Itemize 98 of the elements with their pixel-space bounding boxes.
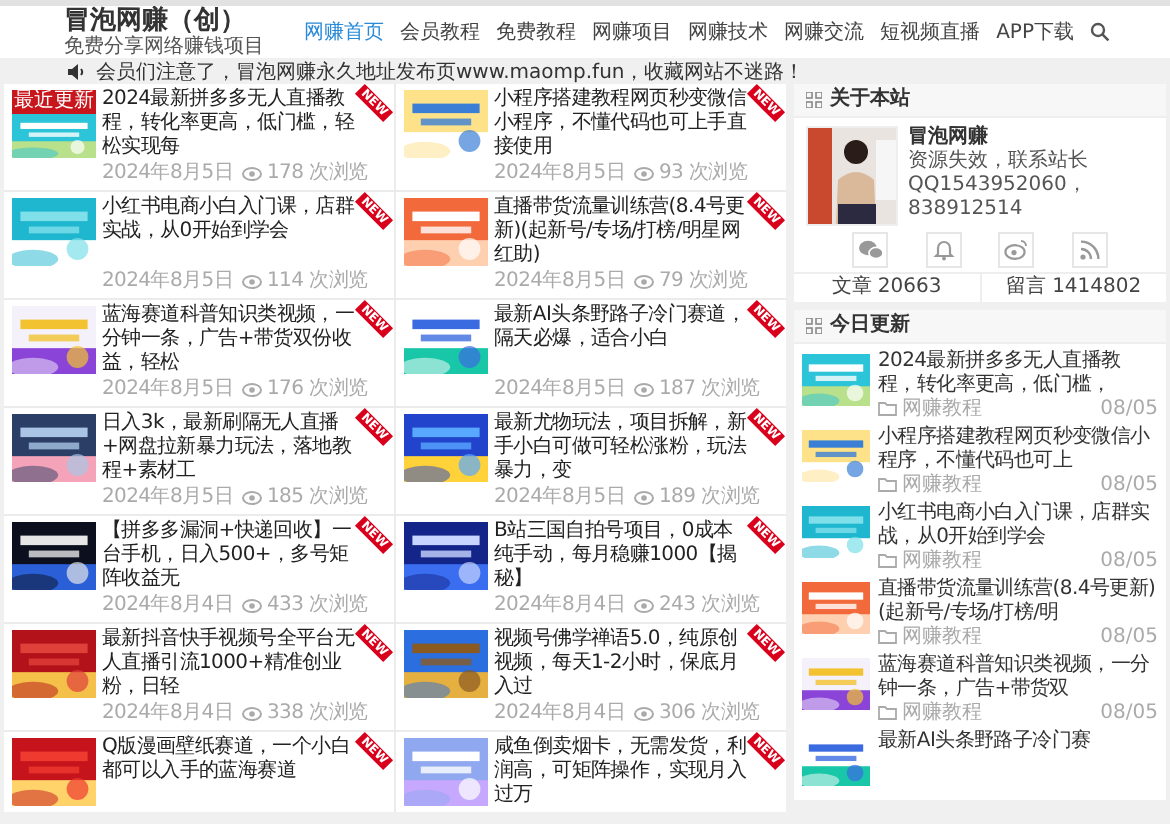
- update-title[interactable]: 蓝海赛道科普知识类视频，一分钟一条，广告+带货双: [878, 654, 1158, 702]
- eye-icon: [242, 705, 263, 721]
- nav-link[interactable]: 免费教程: [496, 18, 577, 46]
- post-title[interactable]: 日入3k，最新刷隔无人直播+网盘拉新暴力玩法，落地教程+素材工: [102, 412, 356, 484]
- view-count: 338 次浏览: [266, 700, 368, 726]
- update-date: 08/05: [1100, 702, 1158, 724]
- post-title[interactable]: 最新AI头条野路子冷门赛道，隔天必爆，适合小白: [494, 304, 748, 352]
- update-date: 08/05: [1100, 398, 1158, 420]
- view-count: 114 次浏览: [266, 268, 368, 294]
- update-title[interactable]: 直播带货流量训练营(8.4号更新)(起新号/专场/打榜/明: [878, 578, 1158, 626]
- about-text: QQ1543952060，: [908, 174, 1088, 198]
- post-title[interactable]: 直播带货流量训练营(8.4号更新)(起新号/专场/打榜/明星网红助): [494, 196, 748, 268]
- view-count: 93 次浏览: [658, 160, 748, 186]
- social-button[interactable]: [852, 232, 889, 268]
- post-title[interactable]: B站三国自拍号项目，0成本纯手动，每月稳赚1000【揭秘】: [494, 520, 748, 592]
- eye-icon: [634, 273, 655, 289]
- eye-icon: [242, 273, 263, 289]
- update-date: 08/05: [1100, 474, 1158, 496]
- folder-icon: [878, 400, 898, 418]
- folder-icon: [878, 628, 898, 646]
- post-date: 2024年8月4日: [102, 700, 233, 726]
- eye-icon: [634, 489, 655, 505]
- social-button[interactable]: [998, 232, 1035, 268]
- update-date: 08/05: [1100, 550, 1158, 572]
- nav-link[interactable]: 网赚首页: [304, 18, 385, 46]
- swirl-icon: [1004, 238, 1029, 262]
- post-date: 2024年8月5日: [102, 484, 233, 510]
- post-title[interactable]: 【拼多多漏洞+快递回收】一台手机，日入500+，多号矩阵收益无: [102, 520, 356, 592]
- update-date: 08/05: [1100, 626, 1158, 648]
- update-badge: 最近更新: [12, 90, 96, 114]
- post-date: 2024年8月5日: [102, 160, 233, 186]
- post-date: 2024年8月5日: [494, 268, 625, 294]
- nav-link[interactable]: 网赚技术: [688, 18, 769, 46]
- site-logo[interactable]: 冒泡网赚（创）: [64, 6, 264, 36]
- update-title[interactable]: 小程序搭建教程网页秒变微信小程序，不懂代码也可上: [878, 426, 1158, 474]
- grid-icon: [806, 318, 822, 334]
- post-date: 2024年8月4日: [494, 700, 625, 726]
- about-text: 838912514: [908, 198, 1025, 222]
- notice-text: 会员们注意了，冒泡网赚永久地址发布页www.maomp.fun，收藏网站不迷路！: [96, 59, 805, 85]
- eye-icon: [634, 597, 655, 613]
- eye-icon: [242, 381, 263, 397]
- stat-text: 留言 1414802: [979, 274, 1166, 302]
- eye-icon: [242, 165, 263, 181]
- post-title[interactable]: 最新尤物玩法，项目拆解，新手小白可做可轻松涨粉，玩法暴力，变: [494, 412, 748, 484]
- nav-link[interactable]: 网赚交流: [784, 18, 865, 46]
- post-date: 2024年8月5日: [494, 484, 625, 510]
- eye-icon: [634, 381, 655, 397]
- rss-icon: [1077, 238, 1102, 262]
- post-title[interactable]: 小程序搭建教程网页秒变微信小程序，不懂代码也可上手直接使用: [494, 88, 748, 160]
- site-tagline: 免费分享网络赚钱项目: [64, 36, 264, 58]
- view-count: 79 次浏览: [658, 268, 748, 294]
- grid-icon: [806, 92, 822, 108]
- post-title[interactable]: 咸鱼倒卖烟卡，无需发货，利润高，可矩阵操作，实现月入过万: [494, 736, 748, 808]
- update-title[interactable]: 最新AI头条野路子冷门赛: [878, 730, 1158, 754]
- folder-icon: [878, 476, 898, 494]
- view-count: 306 次浏览: [658, 700, 760, 726]
- post-date: 2024年8月5日: [494, 160, 625, 186]
- view-count: 185 次浏览: [266, 484, 368, 510]
- eye-icon: [242, 489, 263, 505]
- nav-link[interactable]: 会员教程: [400, 18, 481, 46]
- post-title[interactable]: Q版漫画壁纸赛道，一个小白都可以入手的蓝海赛道: [102, 736, 356, 784]
- folder-icon: [878, 552, 898, 570]
- nav-link[interactable]: 网赚项目: [592, 18, 673, 46]
- view-count: 176 次浏览: [266, 376, 368, 402]
- chat-icon: [858, 238, 883, 262]
- eye-icon: [634, 705, 655, 721]
- view-count: 178 次浏览: [266, 160, 368, 186]
- folder-icon: [878, 704, 898, 722]
- post-date: 2024年8月4日: [102, 592, 233, 618]
- social-button[interactable]: [1071, 232, 1108, 268]
- post-title[interactable]: 蓝海赛道科普知识类视频，一分钟一条，广告+带货双份收益，轻松: [102, 304, 356, 376]
- post-title[interactable]: 2024最新拼多多无人直播教程，转化率更高，低门槛，轻松实现每: [102, 88, 356, 160]
- social-button[interactable]: [925, 232, 962, 268]
- stat-text: 文章 20663: [829, 274, 944, 302]
- eye-icon: [634, 165, 655, 181]
- nav-link[interactable]: APP下载: [996, 18, 1074, 46]
- nav-link[interactable]: 短视频直播: [880, 18, 981, 46]
- post-date: 2024年8月4日: [494, 592, 625, 618]
- post-title[interactable]: 最新抖音快手视频号全平台无人直播引流1000+精准创业粉，日轻: [102, 628, 356, 700]
- speaker-icon: [68, 63, 86, 79]
- box-title: 今日更新: [830, 314, 910, 338]
- post-date: 2024年8月5日: [102, 268, 233, 294]
- bell-icon: [931, 238, 956, 262]
- post-title[interactable]: 小红书电商小白入门课，店群实战，从0开始到学会: [102, 196, 356, 244]
- post-title[interactable]: 视频号佛学禅语5.0，纯原创视频，每天1-2小时，保底月入过: [494, 628, 748, 700]
- update-title[interactable]: 2024最新拼多多无人直播教程，转化率更高，低门槛，: [878, 350, 1158, 398]
- author-name: 冒泡网赚: [908, 126, 990, 149]
- search-icon[interactable]: [1090, 22, 1110, 42]
- about-text: 资源失效，联系站长: [908, 150, 1088, 174]
- update-title[interactable]: 小红书电商小白入门课，店群实战，从0开始到学会: [878, 502, 1158, 550]
- post-date: 2024年8月5日: [102, 376, 233, 402]
- box-title: 关于本站: [830, 88, 910, 112]
- view-count: 433 次浏览: [266, 592, 368, 618]
- eye-icon: [242, 597, 263, 613]
- view-count: 187 次浏览: [658, 376, 760, 402]
- view-count: 243 次浏览: [658, 592, 760, 618]
- post-date: 2024年8月5日: [494, 376, 625, 402]
- view-count: 189 次浏览: [658, 484, 760, 510]
